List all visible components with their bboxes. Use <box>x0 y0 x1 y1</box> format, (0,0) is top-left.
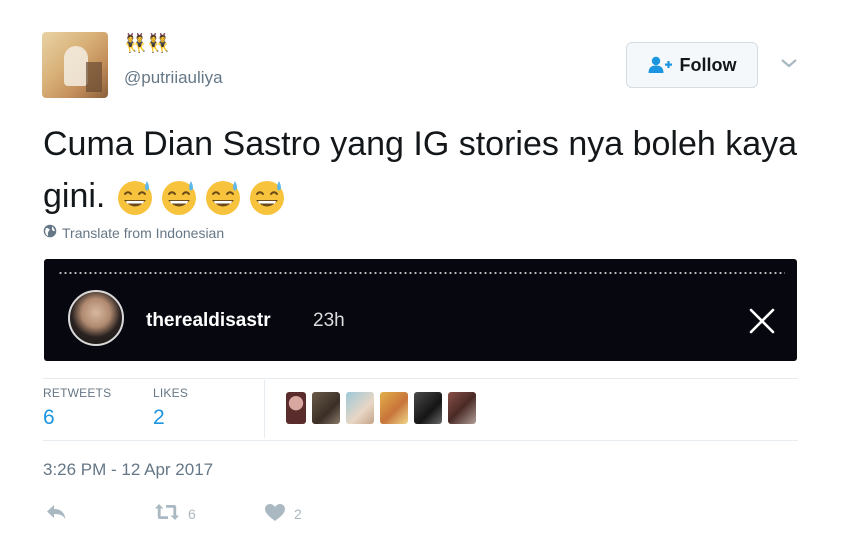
likers-avatars <box>286 392 476 424</box>
grinning-face-with-sweat-icon <box>159 177 199 217</box>
grinning-face-with-sweat-icon <box>203 177 243 217</box>
tweet-text: Cuma Dian Sastro yang IG stories nya bol… <box>43 118 813 222</box>
grinning-face-with-sweat-icon <box>247 177 287 217</box>
divider <box>43 378 798 379</box>
story-avatar <box>68 290 124 346</box>
liker-avatar[interactable] <box>448 392 476 424</box>
translate-label: Translate from Indonesian <box>62 224 225 241</box>
translate-link[interactable]: Translate from Indonesian <box>43 224 224 241</box>
divider <box>43 440 798 441</box>
follow-label: Follow <box>679 54 737 75</box>
reply-icon <box>45 503 67 524</box>
retweets-count[interactable]: 6 <box>43 406 55 430</box>
user-avatar[interactable] <box>42 32 108 98</box>
like-count: 2 <box>294 506 302 522</box>
follow-user-icon <box>648 56 672 74</box>
story-media[interactable]: therealdisastr 23h <box>44 259 797 361</box>
tweet-timestamp[interactable]: 3:26 PM - 12 Apr 2017 <box>43 460 213 480</box>
stats-divider <box>264 380 265 438</box>
heart-icon <box>264 503 286 525</box>
display-name[interactable]: 👯👯 <box>124 33 171 54</box>
story-progress-bar <box>58 272 785 274</box>
liker-avatar[interactable] <box>312 392 340 424</box>
liker-avatar[interactable] <box>286 392 306 424</box>
liker-avatar[interactable] <box>346 392 374 424</box>
retweets-label: RETWEETS <box>43 386 112 400</box>
retweet-icon <box>154 503 180 524</box>
story-username: therealdisastr <box>146 310 271 331</box>
retweet-count: 6 <box>188 505 196 522</box>
user-handle[interactable]: @putriiauliya <box>124 68 223 88</box>
story-age: 23h <box>313 310 345 331</box>
reply-button[interactable] <box>45 503 67 524</box>
follow-button[interactable]: Follow <box>626 42 758 88</box>
grinning-face-with-sweat-icon <box>115 177 155 217</box>
liker-avatar[interactable] <box>380 392 408 424</box>
like-button[interactable]: 2 <box>264 503 302 525</box>
close-icon <box>749 308 775 334</box>
globe-icon <box>43 224 57 241</box>
retweet-button[interactable]: 6 <box>154 503 196 524</box>
likes-label: LIKES <box>153 386 189 400</box>
more-options-chevron-down-icon[interactable] <box>779 56 799 70</box>
emoji-row <box>115 177 291 215</box>
likes-count[interactable]: 2 <box>153 406 165 430</box>
liker-avatar[interactable] <box>414 392 442 424</box>
